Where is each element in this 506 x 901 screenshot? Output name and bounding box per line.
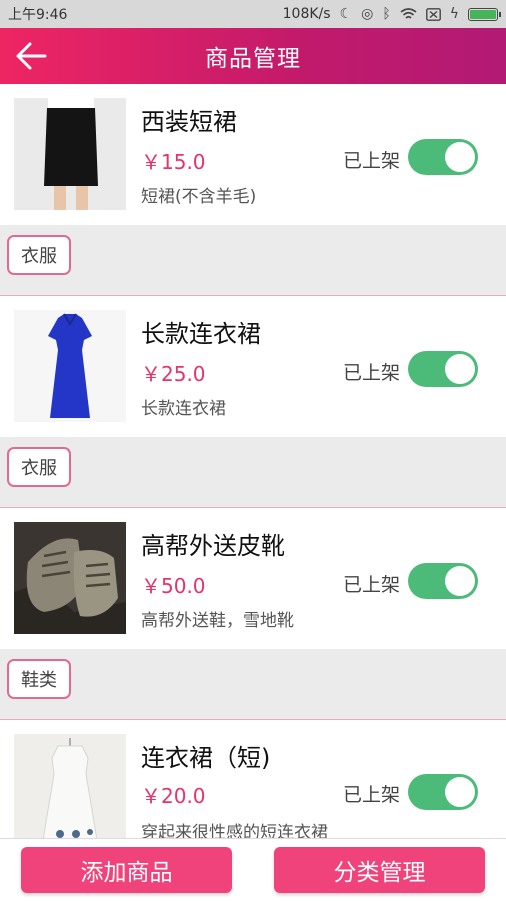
app-header: 商品管理 [0, 28, 506, 84]
sim-icon [425, 7, 441, 21]
category-tag[interactable]: 衣服 [7, 447, 71, 487]
arrow-left-icon [16, 42, 47, 70]
category-tag[interactable]: 衣服 [7, 235, 71, 275]
product-price: ￥20.0 [141, 784, 206, 808]
product-price: ￥15.0 [141, 150, 206, 174]
status-bar: 上午9:46 108K/s ☾ ◎ ᛒ ϟ [0, 0, 506, 28]
product-image [14, 310, 126, 422]
product-desc: 长款连衣裙 [141, 399, 226, 419]
bottom-action-bar: 添加商品 分类管理 [0, 838, 506, 901]
product-name: 长款连衣裙 [141, 320, 261, 348]
product-item[interactable]: 高帮外送皮靴 ￥50.0 高帮外送鞋，雪地靴 已上架 [0, 508, 506, 649]
listing-status: 已上架 [343, 574, 401, 596]
product-image [14, 522, 126, 634]
status-icons: 108K/s ☾ ◎ ᛒ ϟ [282, 6, 501, 22]
product-list[interactable]: 西装短裙 ￥15.0 短裙(不含羊毛) 已上架 衣服 长款连衣裙 ￥25.0 长… [0, 84, 506, 838]
status-time: 上午9:46 [8, 7, 68, 23]
back-button[interactable] [14, 40, 48, 72]
net-speed: 108K/s [282, 6, 331, 22]
product-item[interactable]: 连衣裙（短) ￥20.0 穿起来很性感的短连衣裙 已上架 [0, 720, 506, 838]
battery-icon [468, 7, 501, 21]
listing-status: 已上架 [343, 150, 401, 172]
product-item[interactable]: 西装短裙 ￥15.0 短裙(不含羊毛) 已上架 [0, 84, 506, 225]
page-title: 商品管理 [205, 46, 301, 72]
product-item[interactable]: 长款连衣裙 ￥25.0 长款连衣裙 已上架 [0, 296, 506, 437]
toggle-knob [445, 566, 475, 596]
listing-status: 已上架 [343, 784, 401, 806]
wifi-icon [400, 7, 417, 19]
listing-toggle[interactable] [408, 351, 478, 387]
product-price: ￥25.0 [141, 362, 206, 386]
product-image [14, 98, 126, 210]
product-image [14, 734, 126, 838]
listing-status: 已上架 [343, 362, 401, 384]
product-name: 高帮外送皮靴 [141, 532, 285, 560]
alarm-icon: ◎ [361, 6, 374, 22]
product-desc: 高帮外送鞋，雪地靴 [141, 611, 294, 631]
listing-toggle[interactable] [408, 774, 478, 810]
listing-toggle[interactable] [408, 139, 478, 175]
product-name: 连衣裙（短) [141, 744, 271, 772]
product-name: 西装短裙 [141, 108, 237, 136]
charging-icon: ϟ [449, 6, 459, 22]
bluetooth-icon: ᛒ [382, 6, 391, 22]
product-desc: 短裙(不含羊毛) [141, 187, 257, 207]
toggle-knob [445, 777, 475, 807]
toggle-knob [445, 354, 475, 384]
listing-toggle[interactable] [408, 563, 478, 599]
toggle-knob [445, 142, 475, 172]
category-manage-button[interactable]: 分类管理 [274, 847, 485, 893]
battery-fill [470, 9, 496, 19]
product-desc: 穿起来很性感的短连衣裙 [141, 823, 328, 838]
category-tag[interactable]: 鞋类 [7, 659, 71, 699]
add-product-button[interactable]: 添加商品 [21, 847, 232, 893]
product-price: ￥50.0 [141, 574, 206, 598]
category-bar: 衣服 [0, 225, 506, 296]
category-bar: 衣服 [0, 437, 506, 508]
category-bar: 鞋类 [0, 649, 506, 720]
moon-icon: ☾ [339, 6, 353, 22]
